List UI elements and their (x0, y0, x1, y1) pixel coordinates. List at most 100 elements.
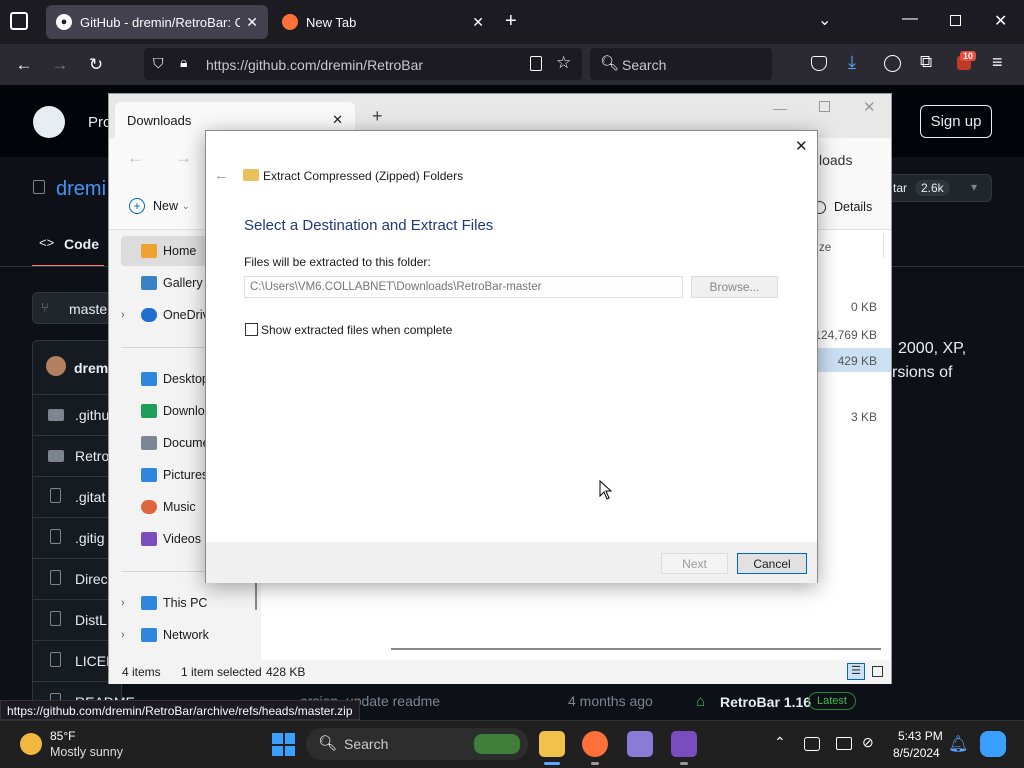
column-header-size[interactable]: ze (819, 242, 831, 254)
chevron-down-icon[interactable]: ▾ (971, 180, 977, 194)
weather-temp[interactable]: 85°F (50, 729, 75, 743)
star-label: tar (893, 181, 908, 195)
file-name[interactable]: DistL (75, 612, 107, 628)
downloads-icon[interactable]: ⤓ (848, 52, 856, 73)
notification-bell-icon[interactable]: 🔔︎ (948, 734, 968, 754)
notepad-taskbar-icon[interactable] (627, 731, 653, 757)
branch-selector[interactable]: ⑂ maste (32, 292, 112, 324)
file-name[interactable]: .gitig (75, 530, 105, 546)
clock-time[interactable]: 5:43 PM (898, 729, 943, 743)
extensions-icon[interactable]: ⧉ (920, 52, 932, 72)
sign-up-button[interactable]: Sign up (920, 105, 992, 138)
firefox-taskbar-icon[interactable] (582, 731, 608, 757)
show-files-label[interactable]: Show extracted files when complete (261, 323, 452, 337)
taskbar-search-box[interactable]: 🔍︎ Search (306, 728, 528, 760)
search-bar[interactable]: 🔍︎ Search (590, 48, 772, 80)
new-tab-button[interactable]: + (505, 10, 517, 33)
sidebar-item-label: Downlo (163, 404, 205, 418)
music-icon (141, 500, 157, 514)
branch-name: maste (69, 301, 108, 317)
tab-github[interactable]: ● GitHub - dremin/RetroBar: Cla ✕ (46, 5, 268, 39)
release-name[interactable]: RetroBar 1.16 (720, 694, 811, 710)
browse-button[interactable]: Browse... (691, 276, 778, 298)
commit-author[interactable]: dremi (74, 360, 112, 376)
repo-owner-link[interactable]: dremi (56, 178, 106, 201)
file-explorer-taskbar-icon[interactable] (539, 731, 565, 757)
visual-studio-taskbar-icon[interactable] (671, 731, 697, 757)
weather-desc[interactable]: Mostly sunny (50, 745, 123, 759)
destination-path-field[interactable]: C:\Users\VM6.COLLABNET\Downloads\RetroBa… (244, 276, 683, 298)
folder-field-label: Files will be extracted to this folder: (244, 255, 431, 269)
tab-code[interactable]: Code (64, 236, 99, 252)
sidebar-item-this-pc[interactable]: › This PC (121, 588, 261, 618)
lock-icon[interactable]: 🔒︎ (180, 54, 187, 71)
new-button[interactable]: + New ⌄ (129, 198, 190, 214)
minimize-window-icon[interactable]: — (902, 10, 918, 28)
cancel-button[interactable]: Cancel (737, 553, 807, 574)
file-icon (50, 488, 61, 503)
new-tab-icon[interactable]: + (372, 106, 383, 127)
account-icon[interactable] (884, 55, 901, 72)
url-bar[interactable]: ⛉ 🔒︎ https://github.com/dremin/RetroBar … (144, 48, 582, 80)
tray-overflow-chevron-icon[interactable]: ⌃ (774, 734, 786, 751)
gallery-icon (141, 276, 157, 290)
close-tab-icon[interactable]: ✕ (472, 14, 484, 31)
file-size: 429 KB (837, 354, 877, 368)
reader-view-icon[interactable] (530, 56, 542, 71)
github-logo-icon[interactable] (33, 106, 65, 138)
clock-date[interactable]: 8/5/2024 (893, 746, 940, 760)
branch-icon: ⑂ (41, 300, 49, 315)
cloud-icon (141, 308, 157, 322)
file-name[interactable]: Retro (75, 448, 109, 464)
close-window-icon[interactable]: ✕ (994, 11, 1007, 31)
details-view-icon[interactable]: ☰ (847, 663, 865, 680)
folder-icon (48, 450, 64, 462)
horizontal-scrollbar[interactable] (391, 648, 881, 650)
url-text[interactable]: https://github.com/dremin/RetroBar (206, 57, 423, 73)
explorer-status-bar: 4 items 1 item selected 428 KB ☰ (109, 660, 891, 684)
bookmark-star-icon[interactable]: ☆ (556, 53, 571, 73)
app-menu-icon[interactable]: ≡ (992, 52, 1003, 73)
star-button[interactable]: tar 2.6k ▾ (878, 174, 992, 202)
file-icon (50, 570, 61, 585)
restore-window-icon[interactable] (950, 15, 961, 26)
running-indicator (680, 762, 688, 765)
running-indicator (544, 762, 560, 765)
show-files-checkbox[interactable] (245, 323, 258, 336)
display-icon[interactable] (836, 737, 852, 750)
back-arrow-icon[interactable]: ← (11, 52, 37, 78)
back-arrow-icon[interactable]: ← (127, 148, 144, 168)
tab-overflow-chevron-icon[interactable]: ⌄ (818, 10, 831, 30)
breadcrumb[interactable]: loads (819, 152, 852, 168)
reload-icon[interactable]: ↻ (83, 52, 109, 78)
details-button[interactable]: Details (813, 200, 872, 214)
tiles-view-icon[interactable] (872, 666, 883, 677)
weather-icon[interactable] (20, 733, 42, 755)
file-name[interactable]: .githu (75, 407, 109, 423)
chevron-right-icon[interactable]: › (121, 309, 125, 321)
copilot-icon[interactable] (980, 731, 1006, 757)
file-name[interactable]: .gitat (75, 489, 105, 505)
forward-arrow-icon[interactable]: → (175, 148, 192, 168)
file-name[interactable]: Direc (75, 571, 108, 587)
list-all-tabs-icon[interactable] (10, 12, 28, 30)
next-button[interactable]: Next (661, 553, 728, 574)
network-status-icon[interactable] (804, 737, 820, 751)
close-tab-icon[interactable]: ✕ (246, 14, 258, 31)
close-tab-icon[interactable]: ✕ (332, 112, 343, 128)
file-icon (50, 611, 61, 626)
chevron-right-icon[interactable]: › (121, 629, 125, 641)
shield-icon[interactable]: ⛉ (153, 55, 164, 72)
close-window-icon[interactable]: ✕ (863, 98, 876, 116)
maximize-window-icon[interactable] (819, 101, 830, 112)
chevron-right-icon[interactable]: › (121, 597, 125, 609)
back-arrow-icon[interactable]: ← (214, 167, 229, 184)
windows-start-icon[interactable] (272, 733, 295, 756)
volume-icon[interactable]: ⊘ (862, 734, 874, 751)
sidebar-item-label: Network (163, 628, 209, 642)
sidebar-item-network[interactable]: › Network (121, 620, 261, 650)
close-dialog-icon[interactable]: ✕ (795, 137, 808, 155)
forward-arrow-icon[interactable]: → (47, 52, 73, 78)
minimize-window-icon[interactable]: — (773, 100, 787, 116)
tab-new-tab[interactable]: New Tab ✕ (272, 5, 494, 39)
